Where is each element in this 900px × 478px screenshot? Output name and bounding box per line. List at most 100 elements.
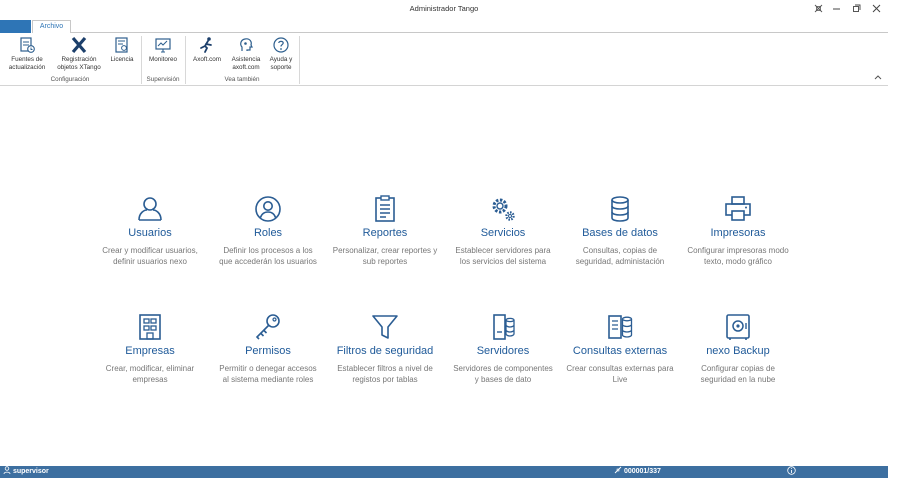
user-icon (3, 466, 11, 475)
fuentes-label-1: Fuentes de (11, 56, 43, 63)
ayuda-label-2: soporte (270, 63, 292, 71)
fuentes-actualizacion-button[interactable]: Fuentes de actualización (7, 36, 47, 71)
file-menu-button[interactable] (0, 20, 31, 33)
update-sources-icon (20, 37, 35, 53)
key-icon (255, 314, 280, 340)
status-code-value: 000001/337 (623, 468, 661, 475)
licencia-button[interactable]: Licencia (107, 36, 137, 64)
tile-consultas-externas[interactable]: Consultas externas Crear consultas exter… (561, 312, 679, 385)
tile-desc-line: Servidores de componentes (453, 364, 553, 373)
tile-desc-line: empresas (132, 375, 168, 384)
tile-filtros-de-seguridad[interactable]: Filtros de seguridad Establecer filtros … (326, 312, 444, 385)
ayuda-label-1: Ayuda y (269, 56, 293, 63)
tile-desc-line: seguridad, administación (575, 257, 665, 266)
tile-nexo-backup[interactable]: nexo Backup Configurar copias de segurid… (679, 312, 797, 385)
tile-permisos[interactable]: Permisos Permitir o denegar accesos al s… (209, 312, 327, 385)
ribbon: Fuentes de actualización Registración ob… (0, 33, 888, 86)
tile-desc-line: que accederán los usuarios (219, 257, 317, 266)
maximize-button[interactable] (849, 3, 863, 17)
tile-desc-line: texto, modo gráfico (703, 257, 773, 266)
tile-desc-line: Permitir o denegar accesos (219, 364, 317, 373)
database-icon (611, 196, 629, 222)
tile-title: Servicios (480, 227, 526, 239)
axoft-com-button[interactable]: Axoft.com (190, 36, 224, 64)
minimize-button[interactable] (829, 3, 843, 17)
licencia-label: Licencia (110, 56, 134, 63)
license-icon (115, 37, 128, 53)
registracion-objetos-button[interactable]: Registración objetos XTango (55, 36, 103, 71)
assistance-head-icon (240, 38, 253, 51)
asistencia-axoft-button[interactable]: Asistencia axoft.com (228, 36, 264, 71)
tile-desc-line: al sistema mediante roles (222, 375, 314, 384)
building-icon (139, 314, 161, 340)
help-question-icon (273, 37, 289, 53)
tile-title: nexo Backup (706, 345, 770, 357)
xtango-x-icon (71, 36, 87, 54)
title-bar: Administrador Tango (0, 0, 888, 20)
status-user: supervisor (3, 466, 49, 478)
group-separator (185, 36, 186, 84)
tile-title: Permisos (245, 345, 291, 357)
user-icon (138, 197, 162, 221)
monitoreo-button[interactable]: Monitoreo (145, 36, 181, 64)
tile-reportes[interactable]: Reportes Personalizar, crear reportes y … (326, 194, 444, 267)
group-label-configuracion: Configuración (50, 76, 90, 83)
monitor-chart-icon (155, 38, 171, 53)
registracion-label-1: Registración (61, 56, 97, 63)
tile-desc-line: Live (612, 375, 628, 384)
tile-title: Servidores (476, 345, 530, 357)
external-query-icon (608, 315, 633, 339)
tile-title: Impresoras (710, 227, 766, 239)
tile-desc-line: Crear consultas externas para (566, 364, 674, 373)
status-user-name: supervisor (12, 468, 49, 475)
tile-usuarios[interactable]: Usuarios Crear y modificar usuarios, def… (91, 194, 209, 267)
status-code: 000001/337 (614, 466, 661, 478)
group-label-supervision: Supervisión (146, 76, 180, 83)
ayuda-soporte-button[interactable]: Ayuda y soporte (266, 36, 296, 71)
tile-desc-line: Establecer filtros a nivel de (337, 364, 433, 373)
filter-icon (372, 315, 398, 339)
tile-title: Bases de datos (582, 227, 658, 239)
registracion-label-2: objetos XTango (57, 63, 101, 71)
tile-desc-line: Crear, modificar, eliminar (105, 364, 195, 373)
restore-layout-icon[interactable] (811, 3, 825, 17)
tile-servidores[interactable]: Servidores Servidores de componentes y b… (444, 312, 562, 385)
tile-title: Reportes (362, 227, 408, 239)
axoft-label: Axoft.com (193, 56, 221, 63)
gears-icon (492, 198, 515, 221)
tile-desc-line: Definir los procesos a los (223, 246, 313, 255)
collapse-ribbon-icon[interactable] (874, 73, 882, 82)
status-bar: supervisor 000001/337 (0, 466, 888, 478)
roles-icon (255, 196, 281, 222)
safe-icon (726, 314, 750, 340)
tile-title: Empresas (125, 345, 175, 357)
group-separator (299, 36, 300, 84)
close-button[interactable] (869, 3, 883, 17)
tile-title: Roles (253, 227, 283, 239)
report-icon (375, 195, 395, 222)
tile-servicios[interactable]: Servicios Establecer servidores para los… (444, 194, 562, 267)
tile-title: Usuarios (128, 227, 172, 239)
tile-bases-de-datos[interactable]: Bases de datos Consultas, copias de segu… (561, 194, 679, 267)
tile-desc-line: Personalizar, crear reportes y (332, 246, 438, 255)
tile-desc-line: y bases de dato (474, 375, 532, 384)
group-label-vea-tambien: Vea también (224, 76, 260, 83)
asistencia-label-1: Asistencia (231, 56, 261, 63)
tile-desc-line: Crear y modificar usuarios, (102, 246, 198, 255)
tile-desc-line: Consultas, copias de (582, 246, 658, 255)
tile-desc-line: seguridad en la nube (700, 375, 776, 384)
tile-title: Consultas externas (572, 345, 668, 357)
tile-desc-line: Establecer servidores para (455, 246, 551, 255)
tile-impresoras[interactable]: Impresoras Configurar impresoras modo te… (679, 194, 797, 267)
tile-desc-line: registos por tablas (352, 375, 418, 384)
monitoreo-label: Monitoreo (148, 56, 177, 63)
tile-desc-line: definir usuarios nexo (113, 257, 187, 266)
fuentes-label-2: actualización (8, 63, 46, 71)
tile-roles[interactable]: Roles Definir los procesos a los que acc… (209, 194, 327, 267)
asistencia-label-2: axoft.com (232, 63, 260, 71)
link-icon (614, 466, 622, 474)
info-icon[interactable] (787, 466, 796, 478)
tab-archivo[interactable]: Archivo (32, 20, 71, 34)
tile-empresas[interactable]: Empresas Crear, modificar, eliminar empr… (91, 312, 209, 385)
tile-desc-line: Configurar impresoras modo (687, 246, 789, 255)
